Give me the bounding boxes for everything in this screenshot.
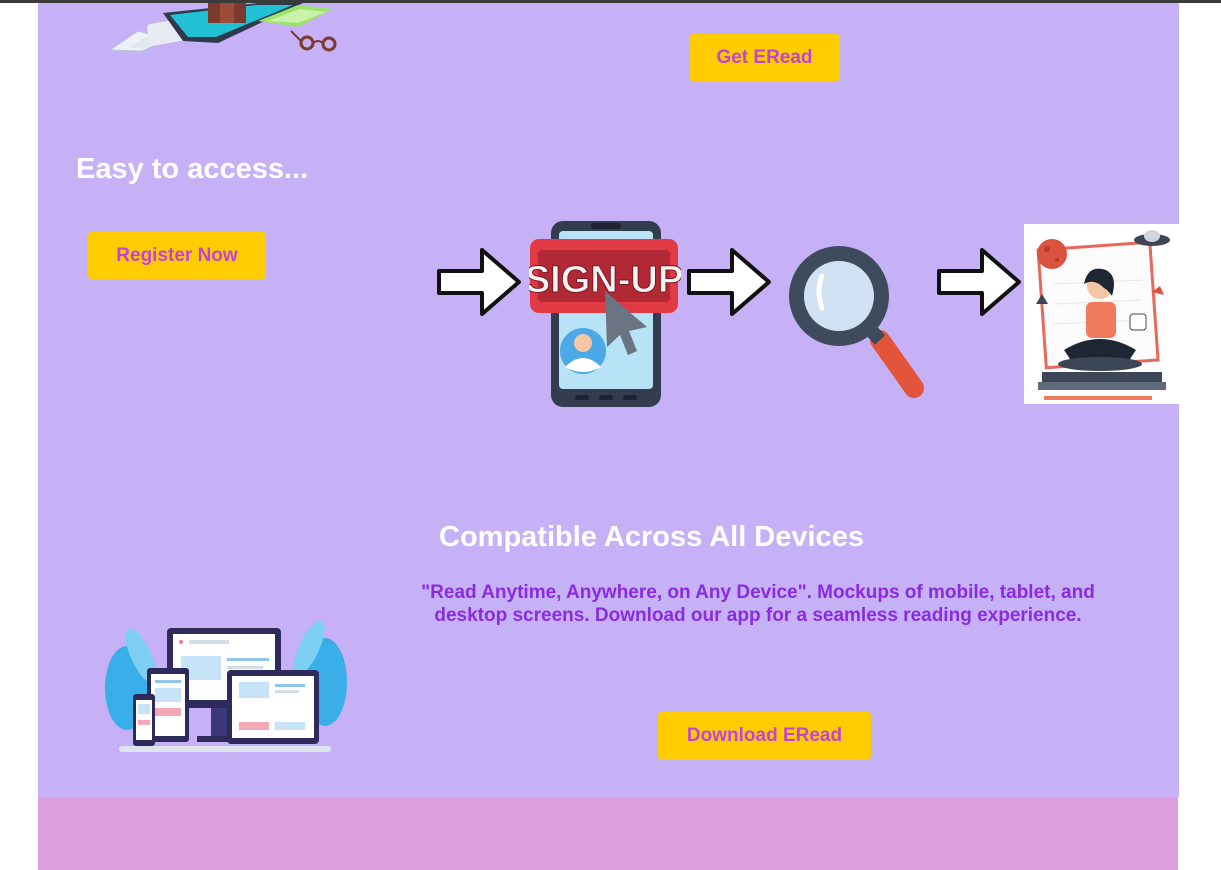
arrow-right-icon	[437, 248, 521, 316]
devices-illustration-icon	[105, 620, 347, 752]
get-eread-button[interactable]: Get ERead	[689, 34, 840, 81]
footer-band	[38, 797, 1178, 870]
compatible-devices-description: "Read Anytime, Anywhere, on Any Device".…	[421, 582, 1095, 626]
books-illustration-icon	[108, 3, 337, 52]
arrow-right-icon	[687, 248, 771, 316]
easy-access-heading: Easy to access...	[76, 153, 309, 185]
arrow-right-icon	[937, 248, 1021, 316]
register-now-button[interactable]: Register Now	[88, 232, 266, 279]
signup-badge-text: SIGN-UP	[529, 259, 681, 301]
reading-girl-icon	[1024, 224, 1179, 404]
compatible-devices-heading: Compatible Across All Devices	[439, 521, 864, 553]
signup-phone-icon: SIGN-UP	[529, 221, 681, 407]
magnifier-icon	[789, 246, 924, 398]
download-eread-button[interactable]: Download ERead	[658, 712, 871, 760]
